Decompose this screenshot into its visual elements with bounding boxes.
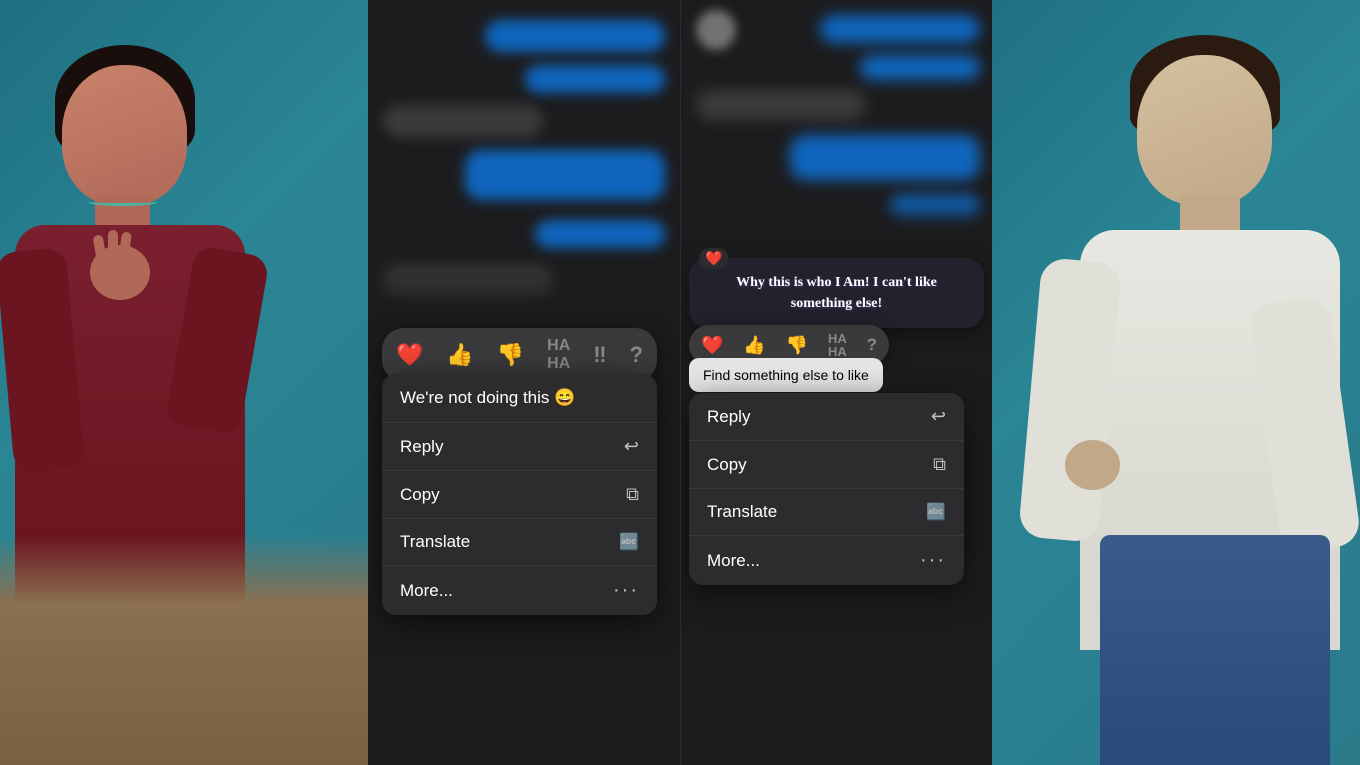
reaction-emphasis[interactable]: ‼ (593, 342, 606, 368)
left-menu-copy[interactable]: Copy ⧉ (382, 471, 657, 519)
right-menu-copy[interactable]: Copy ⧉ (689, 441, 964, 489)
r-reaction-heart[interactable]: ❤️ (701, 335, 723, 356)
reaction-haha[interactable]: HAHA (547, 337, 570, 373)
right-menu-more[interactable]: More... ··· (689, 536, 964, 585)
handwriting-text: Why this is who I Am! I can't like somet… (705, 272, 968, 314)
left-chat-bg (368, 0, 680, 330)
find-something-tooltip: Find something else to like (689, 358, 883, 392)
left-menu-more[interactable]: More... ··· (382, 566, 657, 615)
right-handwriting-bubble: ❤️ Why this is who I Am! I can't like so… (689, 258, 984, 328)
right-context-menu: Reply ↩ Copy ⧉ Translate 🔤 More... ··· (689, 393, 964, 585)
r-reaction-question[interactable]: ? (867, 335, 877, 355)
reply-icon: ↩ (624, 436, 639, 457)
r-reply-icon: ↩ (931, 406, 946, 427)
left-message-preview: We're not doing this 😄 (382, 374, 657, 423)
right-menu-reply[interactable]: Reply ↩ (689, 393, 964, 441)
reaction-question[interactable]: ? (630, 342, 643, 368)
reaction-dislike[interactable]: 👎 (497, 342, 524, 368)
more-icon: ··· (613, 579, 639, 602)
left-context-menu: We're not doing this 😄 Reply ↩ Copy ⧉ Tr… (382, 374, 657, 615)
r-reaction-haha[interactable]: HAHA (828, 332, 847, 358)
right-chat-bg (681, 0, 992, 270)
phone-screenshots-container: ❤️ 👍 👎 HAHA ‼ ? We're not doing this 😄 R… (368, 0, 992, 765)
right-background (960, 0, 1360, 765)
right-menu-translate[interactable]: Translate 🔤 (689, 489, 964, 536)
left-background (0, 0, 380, 765)
translate-icon: 🔤 (619, 532, 639, 552)
left-menu-reply[interactable]: Reply ↩ (382, 423, 657, 471)
right-phone-panel: ❤️ Why this is who I Am! I can't like so… (680, 0, 992, 765)
r-reaction-dislike[interactable]: 👎 (786, 335, 808, 356)
r-reaction-like[interactable]: 👍 (743, 335, 765, 356)
r-translate-icon: 🔤 (926, 502, 946, 522)
reaction-like[interactable]: 👍 (446, 342, 473, 368)
reaction-heart[interactable]: ❤️ (396, 342, 423, 368)
copy-icon: ⧉ (626, 484, 639, 505)
left-menu-translate[interactable]: Translate 🔤 (382, 519, 657, 566)
r-copy-icon: ⧉ (933, 454, 946, 475)
left-phone-panel: ❤️ 👍 👎 HAHA ‼ ? We're not doing this 😄 R… (368, 0, 680, 765)
r-more-icon: ··· (920, 549, 946, 572)
